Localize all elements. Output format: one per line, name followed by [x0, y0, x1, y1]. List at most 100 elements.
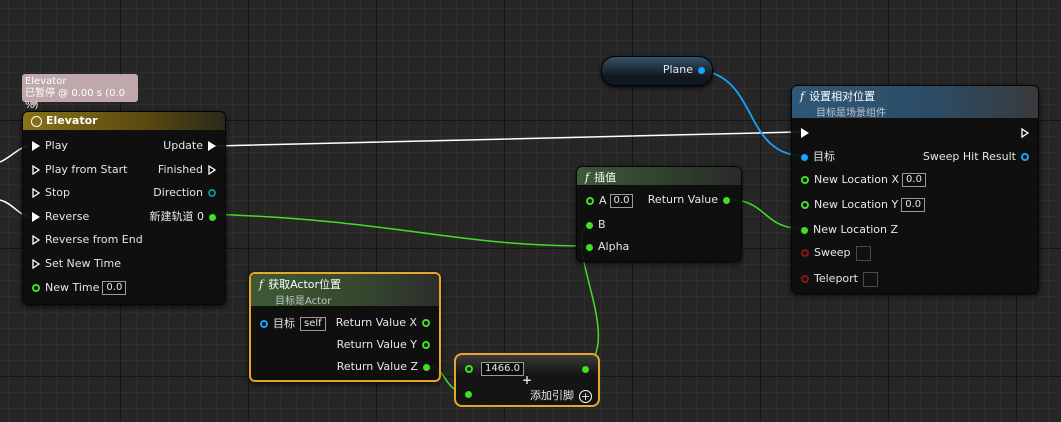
pin-play[interactable]: Play — [27, 138, 68, 154]
new-time-input[interactable]: 0.0 — [102, 281, 127, 295]
function-icon: f — [585, 171, 590, 184]
exec-outline-icon — [32, 235, 40, 245]
pin-new-location-x[interactable]: New Location X 0.0 — [796, 172, 926, 188]
object-pin-icon — [801, 153, 808, 161]
float-pin-icon — [422, 341, 430, 349]
comment-title: Elevator — [25, 76, 67, 87]
float-pin-icon — [586, 243, 593, 251]
get-actor-location-node[interactable]: f 获取Actor位置 目标是Actor 目标 self Return Value … — [249, 272, 441, 382]
object-pin-icon — [698, 66, 705, 74]
object-pin-icon — [260, 320, 268, 328]
exec-filled-icon — [32, 141, 40, 151]
pin-finished[interactable]: Finished — [158, 162, 221, 178]
teleport-checkbox[interactable] — [863, 271, 878, 287]
exec-outline-icon — [32, 259, 40, 269]
float-pin-icon — [586, 197, 594, 205]
pin-actor-target[interactable]: 目标 self — [255, 316, 326, 332]
timeline-comment-bubble: Elevator 已暂停 @ 0.00 s (0.0 %) — [22, 74, 138, 111]
wire-update-exec — [213, 131, 801, 147]
clock-icon — [31, 115, 42, 127]
pin-exec-in[interactable] — [796, 125, 814, 141]
timeline-title: Elevator — [46, 114, 98, 127]
float-pin-icon — [32, 284, 40, 292]
pin-target[interactable]: 目标 — [796, 149, 835, 165]
set-location-title: 设置相对位置 — [809, 90, 876, 103]
location-x-input[interactable]: 0.0 — [902, 173, 926, 187]
bool-pin-icon — [801, 275, 809, 283]
add-float-node[interactable]: 1466.0 + 添加引脚 + — [454, 353, 600, 407]
exec-outline-icon — [32, 165, 40, 175]
pin-stop[interactable]: Stop — [27, 185, 70, 201]
get-location-title: 获取Actor位置 — [268, 278, 342, 291]
float-pin-icon — [801, 201, 809, 209]
pin-return-y[interactable]: Return Value Y — [337, 337, 435, 353]
add-value-input[interactable]: 1466.0 — [481, 362, 524, 376]
function-icon: f — [800, 90, 805, 103]
add-pin-button[interactable]: 添加引脚 + — [530, 388, 592, 404]
float-pin-icon — [801, 176, 809, 184]
comment-status: 已暂停 @ 0.00 s (0.0 %) — [25, 88, 125, 111]
pin-set-new-time[interactable]: Set New Time — [27, 256, 121, 272]
pin-a[interactable]: A 0.0 — [581, 193, 634, 209]
pin-lerp-return[interactable]: Return Value — [648, 192, 735, 208]
add-operator: + — [522, 373, 533, 387]
float-pin-icon — [723, 196, 730, 204]
exec-outline-icon — [208, 165, 216, 175]
sweep-checkbox[interactable] — [855, 245, 871, 261]
float-pin-icon — [465, 365, 473, 373]
a-input[interactable]: 0.0 — [609, 194, 634, 208]
float-pin-icon — [801, 226, 808, 234]
pin-reverse[interactable]: Reverse — [27, 209, 89, 225]
pin-reverse-from-end[interactable]: Reverse from End — [27, 232, 143, 248]
pin-new-location-y[interactable]: New Location Y 0.0 — [796, 197, 926, 213]
function-icon: f — [259, 278, 264, 291]
pin-new-location-z[interactable]: New Location Z — [796, 222, 898, 238]
struct-pin-icon — [1021, 153, 1029, 161]
timeline-header[interactable]: Elevator — [23, 112, 225, 130]
pin-b[interactable]: B — [581, 217, 606, 233]
pin-return-x[interactable]: Return Value X — [336, 315, 435, 331]
pin-alpha[interactable]: Alpha — [581, 239, 629, 255]
plane-variable-node[interactable]: Plane — [601, 56, 713, 86]
float-pin-icon — [423, 363, 430, 371]
get-location-subtitle: 目标是Actor — [275, 296, 332, 307]
lerp-header[interactable]: f 插值 — [577, 167, 741, 185]
pin-add-b[interactable] — [460, 386, 477, 402]
location-y-input[interactable]: 0.0 — [901, 198, 926, 212]
wire-plane-target — [692, 69, 806, 157]
exec-filled-icon — [801, 128, 809, 138]
lerp-title: 插值 — [594, 171, 617, 184]
pin-sweep[interactable]: Sweep — [796, 245, 871, 261]
bool-pin-icon — [801, 249, 809, 257]
enum-pin-icon — [208, 189, 216, 197]
pin-track-0[interactable]: 新建轨道 0 — [150, 209, 222, 225]
plus-circle-icon: + — [579, 389, 592, 403]
pin-exec-out[interactable] — [1016, 125, 1034, 141]
comment-arrow — [30, 102, 38, 107]
exec-outline-icon — [32, 188, 40, 198]
timeline-node[interactable]: Elevator Play Play from Start Stop Rever… — [22, 111, 226, 305]
pin-add-out[interactable] — [577, 361, 594, 377]
set-location-header[interactable]: f 设置相对位置 目标是场景组件 — [792, 86, 1038, 119]
pin-direction[interactable]: Direction — [153, 185, 221, 201]
get-location-header[interactable]: f 获取Actor位置 目标是Actor — [251, 274, 439, 307]
exec-filled-icon — [32, 212, 40, 222]
pin-sweep-hit-result[interactable]: Sweep Hit Result — [923, 149, 1034, 165]
exec-filled-icon — [208, 141, 216, 151]
pin-add-a[interactable]: 1466.0 — [460, 361, 524, 377]
pin-new-time[interactable]: New Time 0.0 — [27, 280, 127, 296]
target-self-input[interactable]: self — [300, 317, 326, 331]
set-relative-location-node[interactable]: f 设置相对位置 目标是场景组件 目标 Sweep Hit Result New … — [791, 85, 1039, 294]
float-pin-icon — [465, 390, 472, 398]
lerp-node[interactable]: f 插值 A 0.0 B Alpha Return Value — [576, 166, 742, 262]
float-pin-icon — [422, 319, 430, 327]
pin-return-z[interactable]: Return Value Z — [337, 359, 435, 375]
set-location-subtitle: 目标是场景组件 — [816, 108, 886, 119]
pin-teleport[interactable]: Teleport — [796, 271, 878, 287]
float-pin-icon — [586, 221, 593, 229]
pin-plane-out[interactable]: Plane — [663, 62, 710, 78]
pin-update[interactable]: Update — [163, 138, 221, 154]
float-pin-icon — [209, 213, 216, 221]
wire-track-alpha — [205, 213, 590, 247]
pin-play-from-start[interactable]: Play from Start — [27, 162, 127, 178]
